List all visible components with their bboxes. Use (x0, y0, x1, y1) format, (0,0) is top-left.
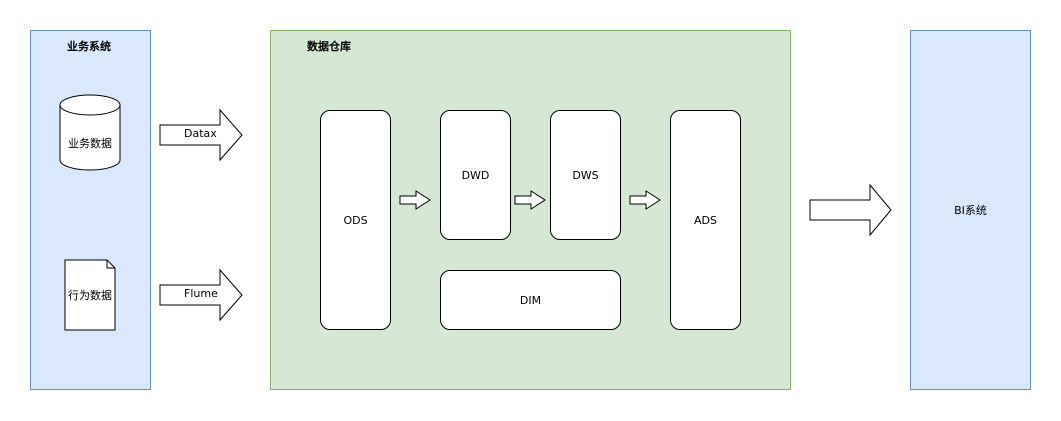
bi-system-panel: BI系统 (910, 30, 1031, 390)
warehouse-to-bi-arrow (809, 183, 892, 237)
